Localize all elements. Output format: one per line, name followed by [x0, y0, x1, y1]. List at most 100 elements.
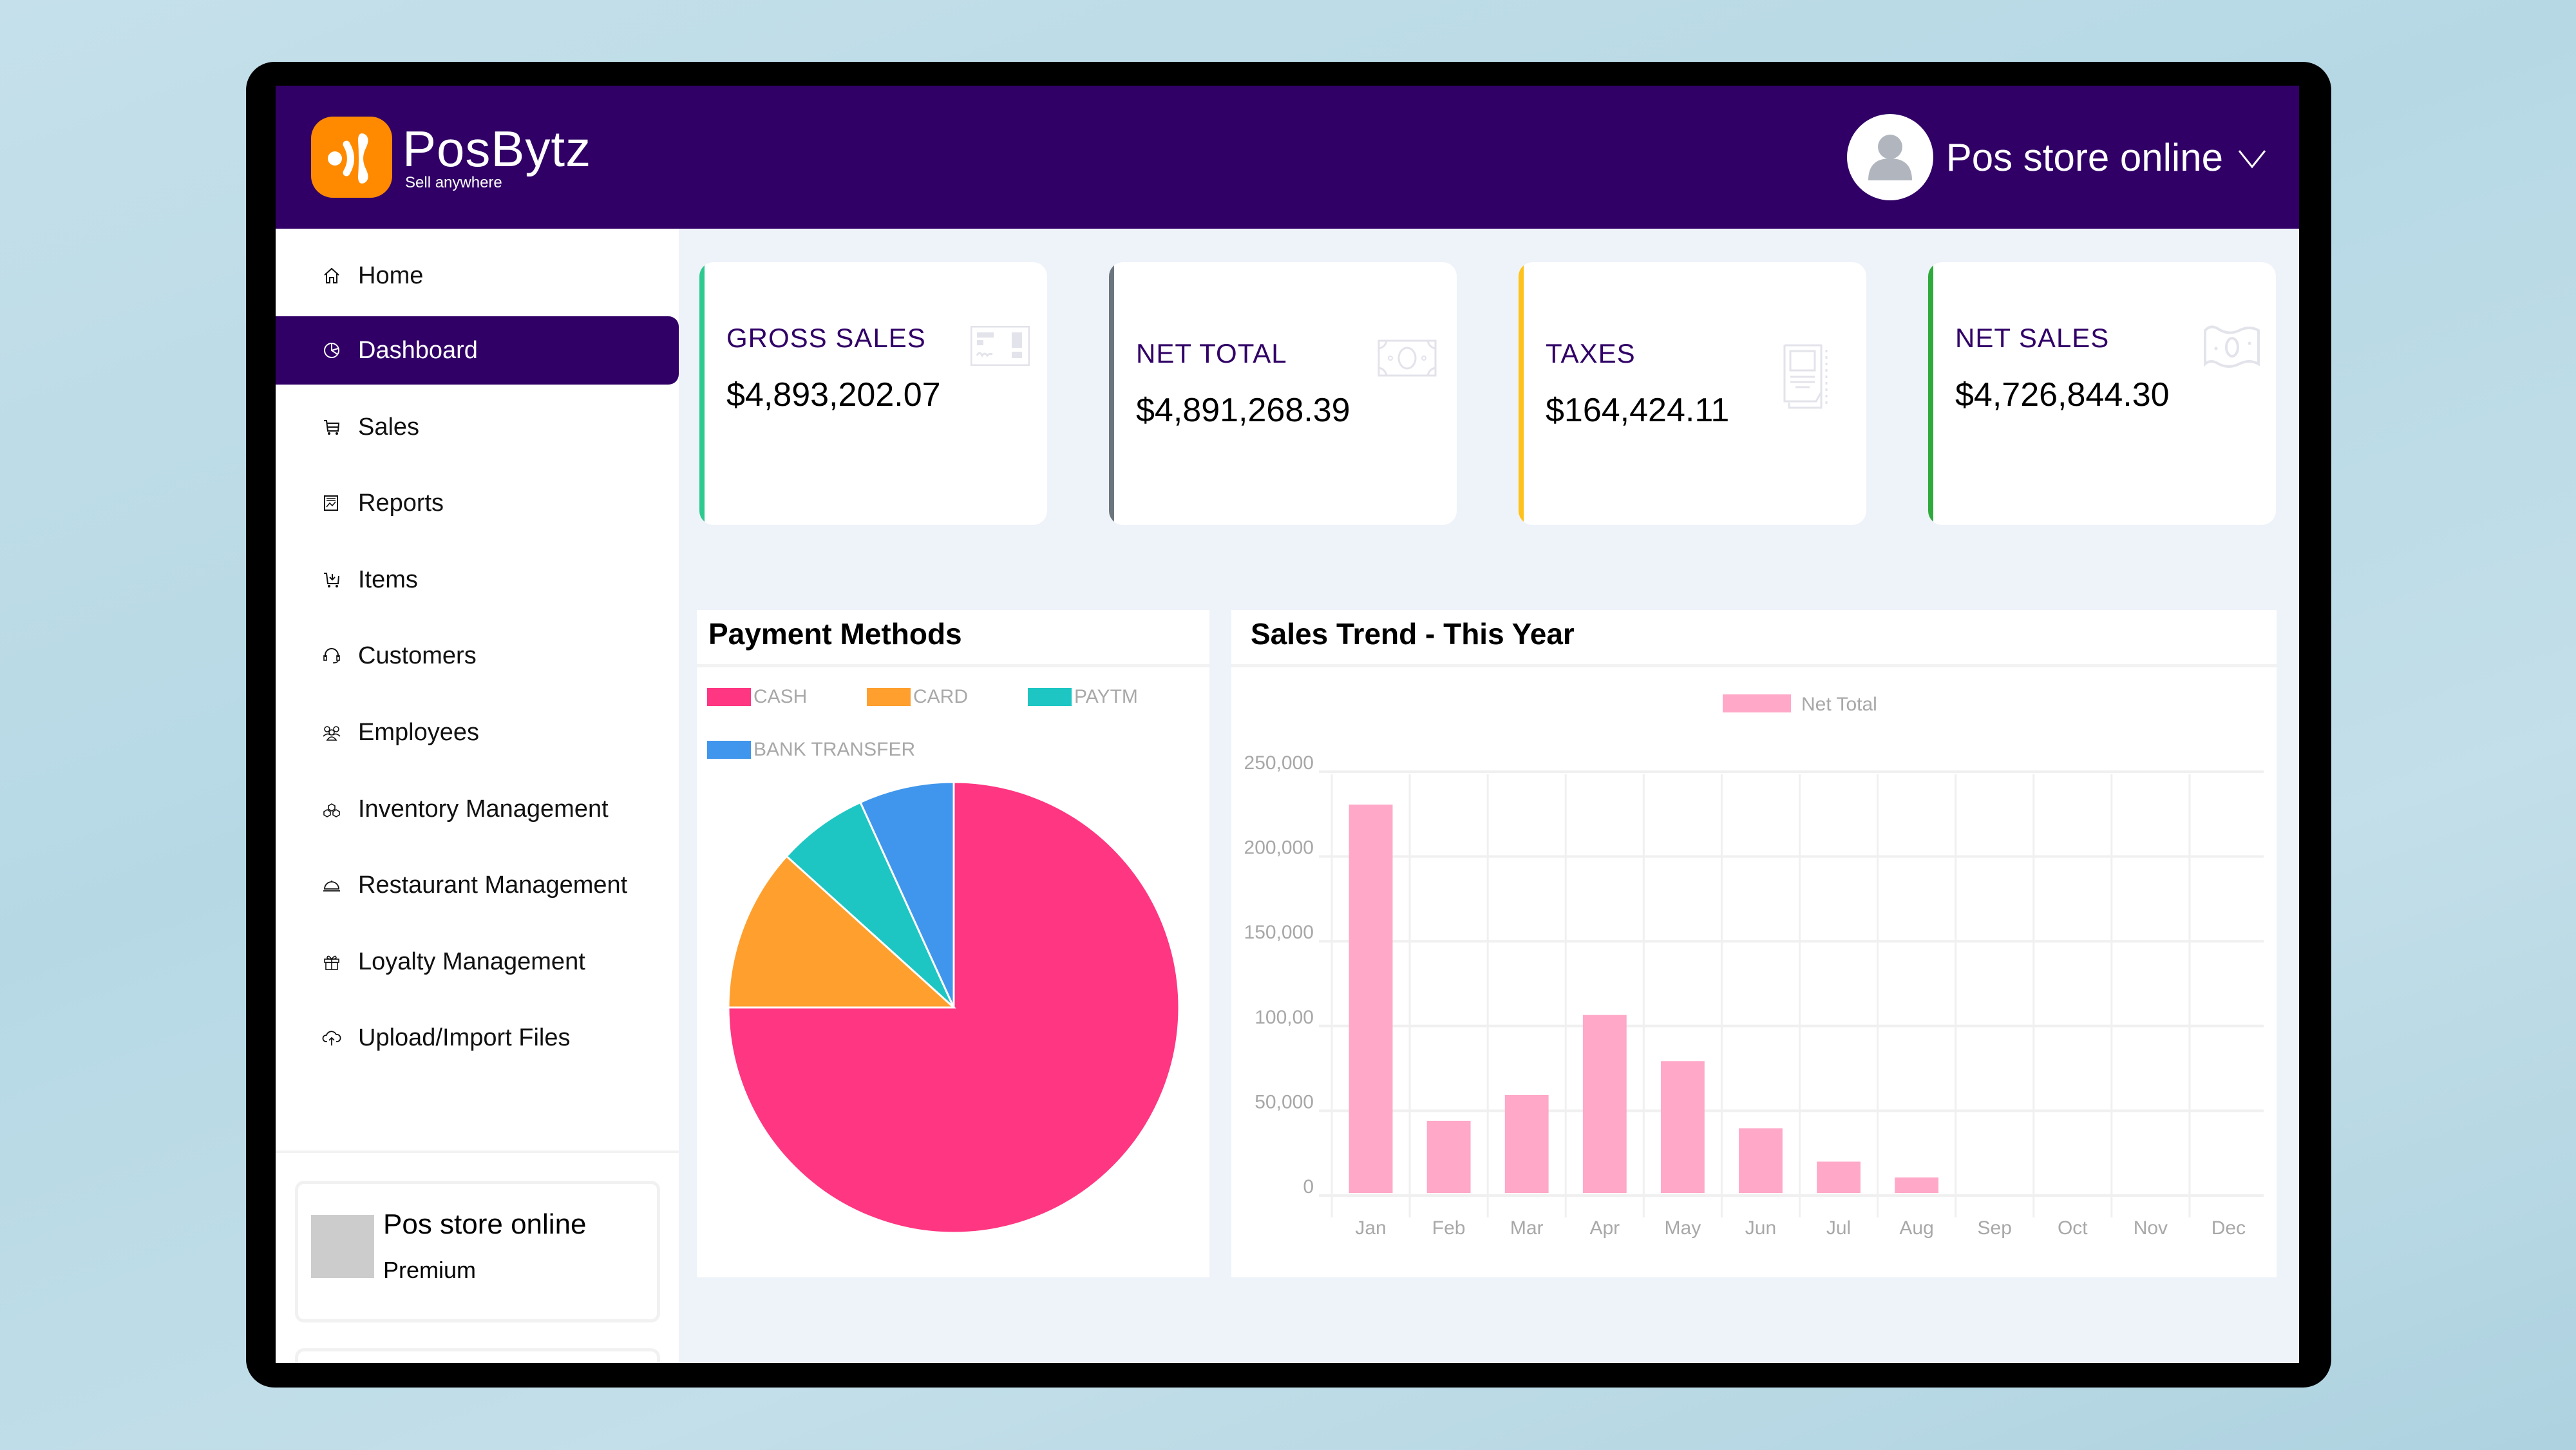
x-tick-label: May — [1665, 1217, 1701, 1239]
bar-aug[interactable] — [1895, 1177, 1939, 1193]
sidebar-item-customers[interactable]: Customers — [276, 622, 679, 690]
x-tick-label: Aug — [1899, 1217, 1933, 1239]
cart-add-icon — [322, 570, 341, 589]
sidebar-item-home[interactable]: Home — [276, 242, 679, 310]
user-name: Pos store online — [1946, 135, 2223, 179]
boxes-icon — [322, 799, 341, 819]
x-tick-label: Oct — [2058, 1217, 2088, 1239]
stat-value: $4,891,268.39 — [1136, 392, 1350, 429]
x-tick-label: Jun — [1745, 1217, 1776, 1239]
sidebar-item-label: Upload/Import Files — [358, 1024, 571, 1051]
sidebar-item-employees[interactable]: Employees — [276, 698, 679, 767]
sales-trend-panel: Sales Trend - This Year Net Total 0 50,000… — [1231, 610, 2277, 1277]
legend-swatch — [1028, 688, 1072, 706]
stat-label: NET TOTAL — [1136, 338, 1287, 368]
card-accent — [699, 262, 705, 525]
sidebar-item-items[interactable]: Items — [276, 546, 679, 614]
cloud-upload-icon — [322, 1028, 341, 1047]
bar-legend[interactable]: Net Total — [1723, 694, 1877, 715]
stat-card-net-sales: NET SALES $4,726,844.30 — [1928, 262, 2276, 525]
app-screen: PosBytz Sell anywhere Pos store online H… — [276, 86, 2299, 1363]
bar-apr[interactable] — [1582, 1015, 1627, 1193]
card-accent — [1519, 262, 1524, 525]
y-tick-label: 100,00 — [1255, 1007, 1314, 1028]
sidebar-item-loyalty-management[interactable]: Loyalty Management — [276, 928, 679, 996]
y-tick-label: 0 — [1303, 1176, 1314, 1197]
x-tick-label: Jan — [1355, 1217, 1386, 1239]
brand-tagline: Sell anywhere — [405, 174, 502, 191]
legend-label: Net Total — [1801, 694, 1877, 715]
stat-card-taxes: TAXES $164,424.11 — [1519, 262, 1866, 525]
sidebar-item-restaurant-management[interactable]: Restaurant Management — [276, 851, 679, 919]
avatar — [1846, 114, 1933, 200]
y-tick-label: 50,000 — [1255, 1091, 1314, 1112]
sidebar-item-label: Inventory Management — [358, 795, 609, 823]
store-card[interactable]: Pos store online Premium — [295, 1181, 660, 1322]
legend-item[interactable]: PAYTM — [1028, 686, 1138, 708]
stat-value: $4,893,202.07 — [726, 376, 941, 414]
bar-jun[interactable] — [1739, 1128, 1783, 1193]
report-icon — [322, 493, 341, 513]
language-select[interactable]: English — [295, 1348, 660, 1363]
brand[interactable]: PosBytz Sell anywhere — [311, 117, 591, 198]
sidebar-item-reports[interactable]: Reports — [276, 469, 679, 537]
sidebar-item-label: Reports — [358, 489, 444, 517]
user-icon — [1868, 135, 1912, 180]
brand-name: PosBytz — [402, 120, 592, 177]
pie-chart — [727, 781, 1180, 1234]
legend-swatch — [1723, 694, 1791, 712]
bar-feb[interactable] — [1426, 1120, 1471, 1193]
x-tick-label: Apr — [1589, 1217, 1620, 1239]
stat-value: $164,424.11 — [1546, 392, 1730, 429]
banknote-icon — [1378, 339, 1437, 377]
sidebar-item-label: Items — [358, 566, 418, 593]
money-icon — [2204, 325, 2260, 368]
sidebar-item-inventory-management[interactable]: Inventory Management — [276, 775, 679, 843]
x-tick-label: Jul — [1826, 1217, 1851, 1239]
store-name: Pos store online — [383, 1208, 587, 1240]
stat-label: NET SALES — [1955, 323, 2110, 353]
chevron-down-icon[interactable] — [2236, 141, 2268, 173]
sidebar-item-label: Employees — [358, 718, 479, 746]
legend-label: CASH — [753, 686, 808, 707]
bar-chart: Net Total 0 50,000 100,00 150,000 200,000 250,… — [1244, 694, 2264, 1239]
legend-swatch — [707, 741, 751, 759]
panel-title: Sales Trend - This Year — [1251, 617, 1575, 651]
sidebar-item-label: Loyalty Management — [358, 948, 585, 975]
store-plan: Premium — [383, 1257, 477, 1283]
sidebar-item-label: Home — [358, 262, 424, 289]
legend-swatch — [707, 688, 751, 706]
legend-item[interactable]: BANK TRANSFER — [707, 739, 915, 761]
y-tick-label: 250,000 — [1244, 752, 1314, 774]
bar-jul[interactable] — [1817, 1161, 1861, 1193]
home-icon — [322, 266, 341, 285]
sidebar-item-label: Dashboard — [358, 336, 478, 364]
stat-value: $4,726,844.30 — [1955, 376, 2170, 414]
x-tick-label: Nov — [2134, 1217, 2168, 1239]
x-tick-label: Sep — [1978, 1217, 2012, 1239]
sidebar-divider — [276, 1150, 679, 1153]
y-tick-label: 200,000 — [1244, 837, 1314, 859]
legend-swatch — [867, 688, 911, 706]
legend-label: PAYTM — [1074, 686, 1138, 707]
user-menu[interactable]: Pos store online — [1846, 114, 2268, 200]
legend-item[interactable]: CASH — [707, 686, 807, 708]
cheque-icon — [971, 326, 1030, 366]
bar-mar[interactable] — [1504, 1094, 1549, 1193]
pie-chart-icon — [322, 341, 341, 360]
sidebar: Home Dashboard Sales Reports Items Custo… — [276, 229, 679, 1363]
store-logo-placeholder — [311, 1215, 374, 1278]
x-tick-label: Feb — [1432, 1217, 1466, 1239]
sidebar-item-dashboard[interactable]: Dashboard — [276, 316, 679, 385]
bar-jan[interactable] — [1349, 805, 1393, 1193]
legend-item[interactable]: CARD — [867, 686, 968, 708]
users-icon — [322, 723, 341, 742]
bar-may[interactable] — [1660, 1061, 1705, 1193]
card-accent — [1928, 262, 1933, 525]
sidebar-item-upload-import-files[interactable]: Upload/Import Files — [276, 1004, 679, 1072]
sidebar-item-sales[interactable]: Sales — [276, 393, 679, 461]
sidebar-item-label: Sales — [358, 413, 420, 441]
receipt-icon — [1783, 344, 1828, 409]
payment-methods-panel: Payment Methods CASH CARD PAYTM BANK TRANSF… — [697, 610, 1209, 1277]
top-bar: PosBytz Sell anywhere Pos store online — [276, 86, 2299, 229]
